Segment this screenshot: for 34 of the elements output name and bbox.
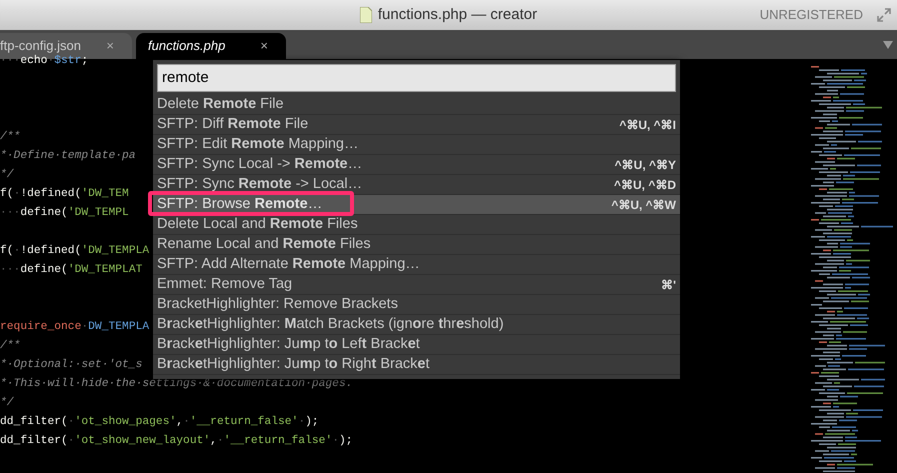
dropdown-icon[interactable] bbox=[883, 41, 893, 49]
command-item[interactable]: Delete Remote File bbox=[153, 95, 680, 115]
file-icon bbox=[360, 7, 372, 23]
window-title: functions.php — creator bbox=[378, 4, 538, 25]
command-item[interactable]: SFTP: Sync Local -> Remote… ^⌘U, ^⌘Y bbox=[153, 155, 680, 175]
tab[interactable]: functions.php × bbox=[136, 33, 286, 59]
code-line: dd_filter(·'ot_show_pages',·'__return_false'·); bbox=[0, 416, 319, 428]
command-item[interactable]: Delete Local and Remote Files bbox=[153, 215, 680, 235]
search-field[interactable]: remote bbox=[157, 64, 676, 92]
code-line: ···define('DW_TEMPL bbox=[0, 207, 129, 219]
code-line: /** bbox=[0, 131, 20, 143]
command-item[interactable]: BracketHighlighter: Jump to Right Bracket bbox=[153, 355, 680, 375]
code-line: */ bbox=[0, 169, 14, 181]
code-line: require_once·DW_TEMPLA bbox=[0, 321, 150, 333]
command-item[interactable]: SFTP: Edit Remote Mapping… bbox=[153, 135, 680, 155]
command-item[interactable]: SFTP: Add Alternate Remote Mapping… bbox=[153, 255, 680, 275]
code-line: ···define('DW_TEMPLAT bbox=[0, 264, 142, 276]
code-line: /** bbox=[0, 340, 20, 352]
command-item[interactable]: SFTP: Diff Remote File ^⌘U, ^⌘I bbox=[153, 115, 680, 135]
command-item[interactable]: Rename Local and Remote Files bbox=[153, 235, 680, 255]
command-item[interactable]: Emmet: Remove Tag ⌘' bbox=[153, 275, 680, 295]
code-line: *·Optional:·set·'ot_s bbox=[0, 359, 142, 371]
fullscreen-icon[interactable] bbox=[877, 8, 891, 22]
code-line: f(·!defined('DW_TEMPLA bbox=[0, 245, 150, 257]
registration-status: UNREGISTERED bbox=[760, 6, 863, 24]
command-item[interactable]: BracketHighlighter: Remove Brackets bbox=[153, 295, 680, 315]
code-line: dd_filter(·'ot_show_new_layout',·'__return_false'·); bbox=[0, 435, 353, 447]
code-line: f(·!defined('DW_TEM bbox=[0, 188, 129, 200]
command-item[interactable]: SFTP: Browse Remote… ^⌘U, ^⌘W bbox=[153, 195, 680, 215]
code-line: *·Define·template·pa bbox=[0, 150, 136, 162]
code-line: *·This·will·hide·the·settings·&·documentation·pages. bbox=[0, 378, 353, 390]
command-item[interactable]: BracketHighlighter: Jump to Left Bracket bbox=[153, 335, 680, 355]
code-line: */ bbox=[0, 397, 14, 409]
command-item[interactable]: BracketHighlighter: Match Brackets (ignore threshold) bbox=[153, 315, 680, 335]
